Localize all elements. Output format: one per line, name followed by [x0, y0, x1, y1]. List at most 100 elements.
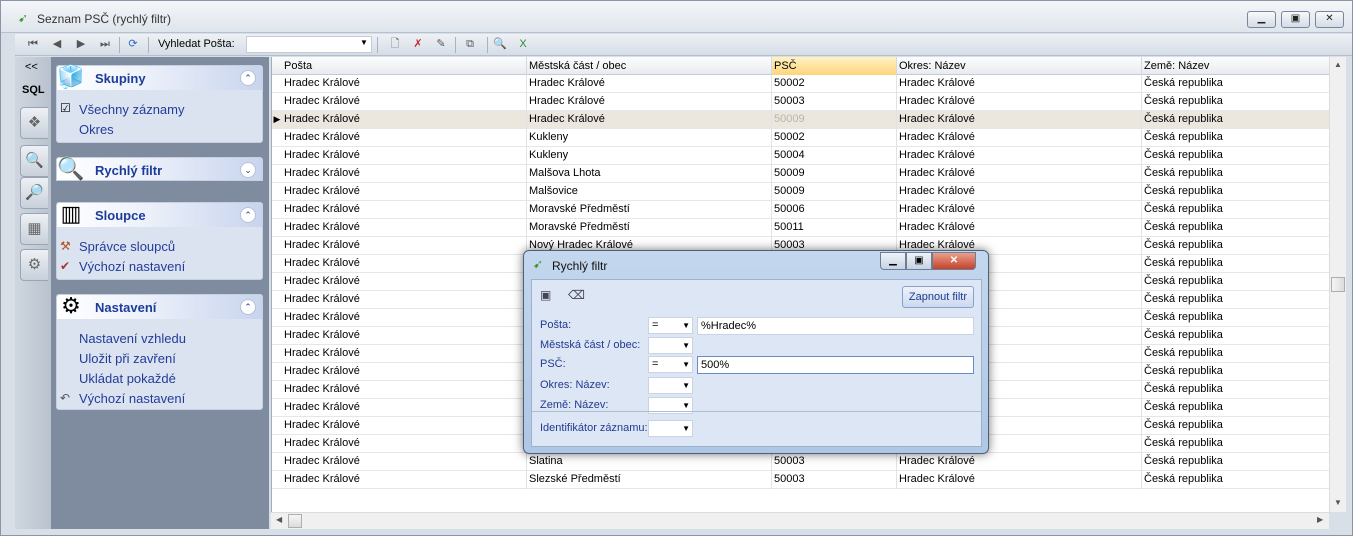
- table-cell[interactable]: Hradec Králové: [282, 363, 527, 381]
- table-cell[interactable]: Hradec Králové: [897, 219, 1142, 237]
- table-cell[interactable]: Hradec Králové: [282, 75, 527, 93]
- export-excel-icon[interactable]: X: [515, 37, 531, 52]
- filter-operator-select[interactable]: = ▼: [648, 317, 693, 334]
- horizontal-scrollbar[interactable]: ◀ ▶: [271, 512, 1329, 529]
- table-cell[interactable]: Hradec Králové: [282, 201, 527, 219]
- table-cell[interactable]: Hradec Králové: [897, 165, 1142, 183]
- chevron-down-icon[interactable]: ▼: [682, 338, 690, 353]
- group-header[interactable]: 🔍 Rychlý filtr ⌄: [56, 156, 263, 181]
- table-cell[interactable]: Hradec Králové: [282, 129, 527, 147]
- table-row[interactable]: Hradec Králové Kukleny 50004 Hradec Králové…: [272, 147, 1330, 165]
- table-cell[interactable]: Česká republika: [1142, 363, 1330, 381]
- table-cell[interactable]: Slezské Předměstí: [527, 471, 772, 489]
- search-dropdown-icon[interactable]: ▼: [360, 38, 368, 47]
- chevron-down-icon[interactable]: ▼: [682, 357, 690, 372]
- table-cell[interactable]: Kukleny: [527, 147, 772, 165]
- sidebar-item-default-settings[interactable]: Výchozí nastavení: [79, 391, 185, 406]
- print-preview-icon[interactable]: 🔍: [492, 37, 508, 52]
- table-cell[interactable]: 50002: [772, 129, 897, 147]
- table-cell[interactable]: Hradec Králové: [282, 327, 527, 345]
- table-cell[interactable]: Hradec Králové: [282, 471, 527, 489]
- filter-value-input[interactable]: %Hradec%: [697, 317, 974, 335]
- table-cell[interactable]: Česká republika: [1142, 345, 1330, 363]
- collapse-chevron-icon[interactable]: ⌃: [240, 70, 256, 86]
- table-cell[interactable]: Hradec Králové: [282, 453, 527, 471]
- table-row[interactable]: Hradec Králové Slatina 50003 Hradec Králové…: [272, 453, 1330, 471]
- table-cell[interactable]: Hradec Králové: [282, 399, 527, 417]
- table-cell[interactable]: 50009: [772, 183, 897, 201]
- table-cell[interactable]: Hradec Králové: [897, 93, 1142, 111]
- filter-value-input[interactable]: 500%: [697, 356, 974, 374]
- table-cell[interactable]: Česká republika: [1142, 435, 1330, 453]
- table-cell[interactable]: Malšova Lhota: [527, 165, 772, 183]
- table-cell[interactable]: Česká republika: [1142, 381, 1330, 399]
- minimize-button[interactable]: ▁: [1247, 11, 1276, 28]
- table-cell[interactable]: Hradec Králové: [897, 453, 1142, 471]
- column-header[interactable]: Okres: Název: [897, 57, 1142, 75]
- table-cell[interactable]: Česká republika: [1142, 201, 1330, 219]
- table-cell[interactable]: 50004: [772, 147, 897, 165]
- table-cell[interactable]: Hradec Králové: [897, 147, 1142, 165]
- refresh-icon[interactable]: ⟳: [125, 37, 141, 52]
- chevron-down-icon[interactable]: ▼: [682, 378, 690, 393]
- table-cell[interactable]: Česká republika: [1142, 399, 1330, 417]
- filter-operator-select[interactable]: ▼: [648, 420, 693, 437]
- chevron-down-icon[interactable]: ▼: [682, 318, 690, 333]
- table-cell[interactable]: Česká republika: [1142, 165, 1330, 183]
- table-cell[interactable]: Hradec Králové: [282, 291, 527, 309]
- chevron-down-icon[interactable]: ▼: [682, 421, 690, 436]
- table-row[interactable]: Hradec Králové Malšovice 50009 Hradec Králo…: [272, 183, 1330, 201]
- table-cell[interactable]: Česká republika: [1142, 309, 1330, 327]
- table-cell[interactable]: Hradec Králové: [282, 237, 527, 255]
- table-cell[interactable]: Hradec Králové: [282, 147, 527, 165]
- table-cell[interactable]: Hradec Králové: [282, 381, 527, 399]
- scroll-thumb[interactable]: [288, 514, 302, 528]
- maximize-button[interactable]: ▣: [1281, 11, 1310, 28]
- group-header[interactable]: 🧊 Skupiny ⌃: [57, 64, 262, 90]
- table-cell[interactable]: Malšovice: [527, 183, 772, 201]
- table-cell[interactable]: Hradec Králové: [282, 417, 527, 435]
- dialog-maximize-button[interactable]: ▣: [906, 252, 932, 270]
- table-cell[interactable]: Česká republika: [1142, 129, 1330, 147]
- table-cell[interactable]: Hradec Králové: [897, 75, 1142, 93]
- new-record-icon[interactable]: 🗋: [387, 37, 403, 52]
- table-cell[interactable]: Česká republika: [1142, 75, 1330, 93]
- groups-tab-icon[interactable]: ❖: [20, 107, 48, 139]
- table-cell[interactable]: Hradec Králové: [282, 93, 527, 111]
- column-header[interactable]: Městská část / obec: [527, 57, 772, 75]
- scroll-thumb[interactable]: [1331, 277, 1345, 292]
- table-row[interactable]: Hradec Králové Slezské Předměstí 50003 Hrad…: [272, 471, 1330, 489]
- table-cell[interactable]: Hradec Králové: [282, 111, 527, 129]
- scroll-down-icon[interactable]: ▼: [1334, 498, 1342, 507]
- table-cell[interactable]: 50003: [772, 453, 897, 471]
- sidebar-item-save-on-close[interactable]: Uložit při zavření: [79, 351, 176, 366]
- first-record-icon[interactable]: ⏮: [25, 37, 41, 52]
- filter-operator-select[interactable]: = ▼: [648, 356, 693, 373]
- apply-filter-button[interactable]: Zapnout filtr: [901, 286, 974, 308]
- table-cell[interactable]: Hradec Králové: [897, 183, 1142, 201]
- sidebar-item-default-settings[interactable]: Výchozí nastavení: [79, 259, 185, 274]
- eraser-icon[interactable]: ⌫: [568, 288, 585, 302]
- search-input[interactable]: [246, 36, 372, 53]
- table-cell[interactable]: Česká republika: [1142, 237, 1330, 255]
- collapse-chevron-icon[interactable]: ⌃: [240, 299, 256, 315]
- group-header[interactable]: ▥ Sloupce ⌃: [57, 201, 262, 227]
- table-row[interactable]: Hradec Králové Moravské Předměstí 50011 Hra…: [272, 219, 1330, 237]
- table-cell[interactable]: Hradec Králové: [897, 129, 1142, 147]
- sql-tab[interactable]: SQL: [22, 84, 45, 96]
- table-cell[interactable]: Hradec Králové: [282, 219, 527, 237]
- table-cell[interactable]: Česká republika: [1142, 273, 1330, 291]
- table-cell[interactable]: Hradec Králové: [527, 93, 772, 111]
- table-cell[interactable]: Česká republika: [1142, 453, 1330, 471]
- table-cell[interactable]: 50003: [772, 471, 897, 489]
- scroll-up-icon[interactable]: ▲: [1334, 60, 1342, 69]
- prev-record-icon[interactable]: ◀: [49, 37, 65, 52]
- table-row[interactable]: Hradec Králové Hradec Králové 50003 Hradec …: [272, 93, 1330, 111]
- table-cell[interactable]: Česká republika: [1142, 111, 1330, 129]
- expand-chevron-icon[interactable]: ⌄: [240, 162, 256, 178]
- vertical-scrollbar[interactable]: ▲ ▼: [1329, 57, 1346, 512]
- collapse-chevron-icon[interactable]: ⌃: [240, 207, 256, 223]
- table-cell[interactable]: 50009: [772, 165, 897, 183]
- collapse-button[interactable]: <<: [25, 61, 38, 73]
- table-cell[interactable]: Moravské Předměstí: [527, 201, 772, 219]
